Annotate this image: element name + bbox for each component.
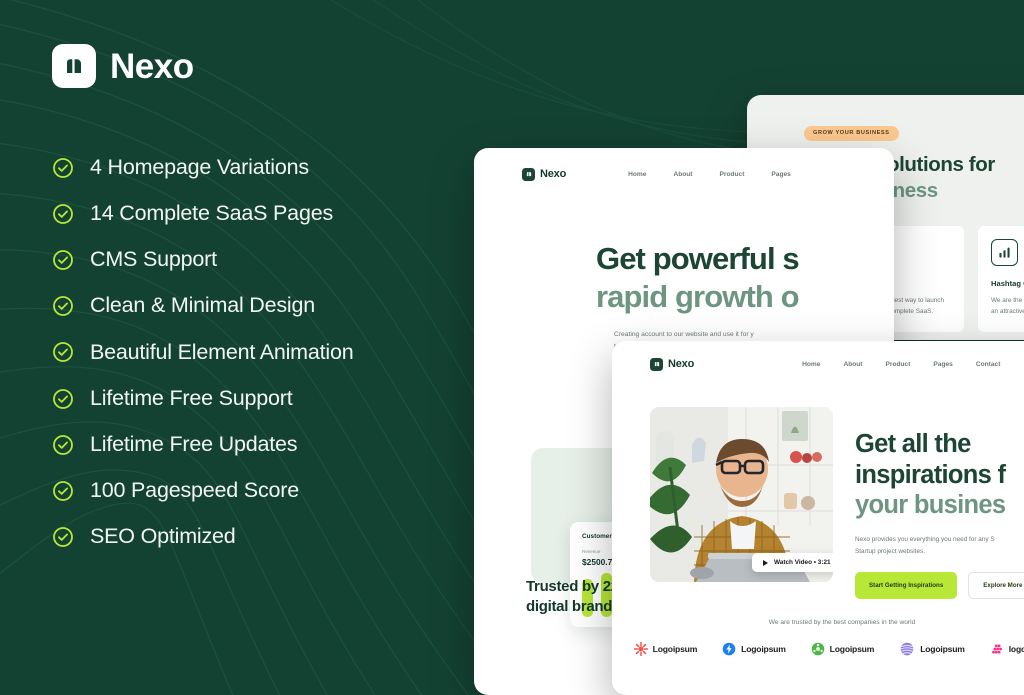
- check-circle-icon: [53, 204, 73, 224]
- trusted-headline: Trusted by 22 digital brands: [526, 577, 620, 617]
- list-item[interactable]: Logoipsum: [811, 642, 875, 656]
- card-title: Hashtag Growth: [991, 278, 1024, 288]
- nav-link-about[interactable]: About: [843, 361, 862, 368]
- list-item: 100 Pagespeed Score: [52, 477, 480, 503]
- wave-sphere-icon: [900, 643, 914, 656]
- check-circle-icon: [53, 480, 73, 501]
- logo-label: Logoipsum: [652, 644, 698, 655]
- feature-label: Beautiful Element Animation: [90, 339, 354, 364]
- check-circle-icon: [53, 296, 73, 317]
- check-circle-icon: [53, 157, 73, 178]
- nav-link-home[interactable]: Home: [628, 171, 646, 178]
- inspirations-copy: Get all the inspirations f your busines …: [855, 407, 1024, 600]
- inspirations-hero: Watch Video • 3:21 Get all the inspirati…: [612, 387, 1024, 600]
- trusted-companies-strip: We are trusted by the best companies in …: [612, 619, 1024, 657]
- nav-link-about[interactable]: About: [673, 171, 692, 178]
- feature-label: SEO Optimized: [90, 524, 236, 549]
- feature-label: 100 Pagespeed Score: [90, 477, 299, 502]
- subtitle-line-1: Nexo provides you everything you need fo…: [855, 535, 995, 543]
- start-getting-inspirations-button[interactable]: Start Getting Inspirations: [855, 572, 958, 600]
- list-item: Beautiful Element Animation: [52, 339, 480, 365]
- hero-title: Get powerful s rapid growth o: [474, 240, 894, 316]
- status-badge: GROW YOUR BUSINESS: [804, 125, 899, 141]
- check-circle-icon: [53, 527, 73, 547]
- nav-link-pages[interactable]: Pages: [771, 171, 790, 178]
- logo-label: logoipsum: [1008, 644, 1024, 655]
- title-line-3: your busines: [855, 491, 1006, 520]
- node-circle-icon: [811, 643, 824, 656]
- nexo-logo-icon: [522, 167, 535, 181]
- preview-panel-inspirations[interactable]: Nexo Home About Product Pages Contact Wa…: [612, 341, 1024, 695]
- nav-link-product[interactable]: Product: [719, 171, 744, 178]
- nexo-logo-icon: [52, 44, 96, 88]
- logo-label: Logoipsum: [741, 644, 786, 655]
- left-info-column: Nexo 4 Homepage Variations 14 Complete S…: [0, 0, 480, 695]
- list-item: SEO Optimized: [52, 524, 480, 549]
- list-item[interactable]: logoipsum: [990, 642, 1024, 656]
- feature-label: Clean & Minimal Design: [90, 293, 316, 318]
- bar-chart-icon: [991, 238, 1018, 266]
- check-circle-icon: [53, 250, 73, 270]
- dots-diagonal-icon: [991, 644, 1002, 655]
- logo-row: Logoipsum Logoipsum Logoipsum Logoipsum …: [612, 642, 1024, 657]
- feature-list: 4 Homepage Variations 14 Complete SaaS P…: [52, 155, 480, 549]
- hero-title-line-1: Get powerful s: [596, 241, 800, 276]
- subtitle-line-2: Startup project websites.: [855, 547, 925, 555]
- trusted-line-1: Trusted by 22: [526, 577, 619, 595]
- trust-caption: We are trusted by the best companies in …: [768, 619, 916, 627]
- feature-label: CMS Support: [90, 247, 217, 272]
- logo-label: Logoipsum: [920, 644, 965, 655]
- logo-label: Logoipsum: [829, 644, 875, 655]
- title-line-2: inspirations f: [855, 460, 1006, 489]
- sunburst-icon: [633, 642, 648, 657]
- nav-link-contact[interactable]: Contact: [976, 361, 1001, 368]
- brand-logo: Nexo: [52, 44, 480, 88]
- feature-label: Lifetime Free Updates: [90, 431, 298, 456]
- hero-photo: Watch Video • 3:21: [650, 407, 833, 582]
- hero-sub-line-1: Creating account to our website and use …: [614, 330, 754, 338]
- subtitle: Nexo provides you everything you need fo…: [855, 534, 1024, 558]
- play-icon: [763, 559, 768, 566]
- explore-more-button[interactable]: Explore More: [968, 572, 1024, 600]
- list-item: Clean & Minimal Design: [52, 294, 480, 318]
- mock-nav-links: Home About Product Pages Contact: [802, 361, 1000, 368]
- feature-label: 14 Complete SaaS Pages: [90, 201, 334, 226]
- card-body: We are the fastest and easiest way to la…: [991, 296, 1024, 315]
- feature-label: Lifetime Free Support: [90, 385, 293, 410]
- nav-link-home[interactable]: Home: [802, 361, 820, 368]
- bolt-circle-icon: [722, 643, 736, 656]
- check-circle-icon: [53, 434, 73, 455]
- mock-nav-links: Home About Product Pages: [628, 171, 791, 178]
- list-item: 14 Complete SaaS Pages: [52, 201, 480, 226]
- list-item: Lifetime Free Updates: [52, 431, 480, 457]
- mock-navbar: Nexo Home About Product Pages Contact: [612, 341, 1024, 387]
- mock-brand-name: Nexo: [668, 358, 695, 370]
- feature-label: 4 Homepage Variations: [90, 155, 309, 179]
- title-line-1: Get all the: [855, 430, 971, 458]
- watch-video-chip[interactable]: Watch Video • 3:21: [752, 553, 833, 572]
- nav-link-product[interactable]: Product: [885, 361, 910, 368]
- page-title: Get all the inspirations f your busines: [855, 429, 1024, 521]
- brand-name: Nexo: [110, 46, 194, 86]
- mock-brand-logo[interactable]: Nexo: [650, 357, 695, 371]
- hero-title-line-2: rapid growth o: [596, 278, 800, 314]
- check-circle-icon: [53, 342, 73, 363]
- mock-brand-logo[interactable]: Nexo: [522, 167, 567, 181]
- mock-brand-name: Nexo: [540, 168, 567, 180]
- list-item[interactable]: Logoipsum: [722, 642, 786, 656]
- nexo-logo-icon: [650, 357, 663, 371]
- list-item[interactable]: Logoipsum: [633, 642, 698, 657]
- list-item: Lifetime Free Support: [52, 385, 480, 411]
- nav-link-pages[interactable]: Pages: [933, 361, 952, 368]
- list-item[interactable]: Logoipsum: [899, 642, 965, 656]
- feature-card[interactable]: Hashtag Growth We are the fastest and ea…: [978, 225, 1024, 332]
- check-circle-icon: [53, 388, 73, 409]
- mock-navbar: Nexo Home About Product Pages: [474, 148, 894, 200]
- watch-video-label: Watch Video • 3:21: [774, 559, 831, 566]
- list-item: CMS Support: [52, 248, 480, 272]
- cta-group: Start Getting Inspirations Explore More: [855, 572, 1024, 600]
- trusted-line-2: digital brands: [526, 597, 621, 615]
- list-item: 4 Homepage Variations: [52, 155, 480, 180]
